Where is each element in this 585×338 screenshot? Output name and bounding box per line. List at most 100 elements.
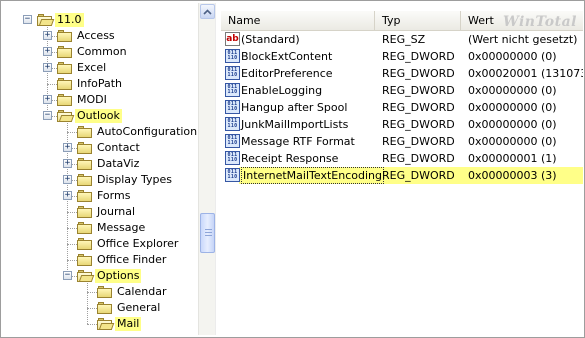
folder-icon xyxy=(57,61,73,74)
folder-open-icon xyxy=(57,109,75,122)
value-row[interactable]: 011 110 EditorPreference REG_DWORD 0x0002000… xyxy=(221,65,583,82)
tree-guide-line xyxy=(87,292,97,293)
value-name: Hangup after Spool xyxy=(241,101,348,114)
tree-node-general[interactable]: General xyxy=(115,301,162,315)
tree-node-forms[interactable]: Forms xyxy=(95,189,132,203)
folder-open-icon xyxy=(37,13,55,26)
expand-icon[interactable]: + xyxy=(43,31,52,40)
value-data: 0x00000001 (1) xyxy=(468,152,557,165)
value-data: 0x00000000 (0) xyxy=(468,118,557,131)
expand-icon[interactable]: + xyxy=(63,143,72,152)
dword-value-icon: 011 110 xyxy=(225,134,240,148)
value-type: REG_DWORD xyxy=(382,84,455,97)
dword-value-icon: 011 110 xyxy=(225,83,240,97)
value-row[interactable]: 011 110 Message RTF Format REG_DWORD 0x00000… xyxy=(221,133,583,150)
tree-node-dataviz[interactable]: DataViz xyxy=(95,157,141,171)
value-row[interactable]: 011 110 InternetMailTextEncoding REG_DWORD 0… xyxy=(221,167,583,184)
value-name: InternetMailTextEncoding xyxy=(241,167,384,184)
key-tree: −11.0 + Access + Common + Excel InfoPath + MODI − O… xyxy=(3,3,198,335)
tree-node-modi[interactable]: MODI xyxy=(75,93,109,107)
tree-node-contact[interactable]: Contact xyxy=(95,141,142,155)
tree-guide-line xyxy=(67,228,77,229)
collapse-icon[interactable]: − xyxy=(23,15,32,24)
tree-guide-line xyxy=(87,308,97,309)
expand-icon[interactable]: + xyxy=(63,159,72,168)
key-tree-pane: −11.0 + Access + Common + Excel InfoPath + MODI − O… xyxy=(3,3,216,335)
folder-icon xyxy=(97,285,113,298)
dword-value-icon: 011 110 xyxy=(225,49,240,63)
tree-guide-line xyxy=(87,324,97,325)
folder-icon xyxy=(57,45,73,58)
dword-value-icon: 011 110 xyxy=(225,151,240,165)
collapse-icon[interactable]: − xyxy=(43,111,52,120)
tree-guide-line xyxy=(67,260,77,261)
expand-icon[interactable]: + xyxy=(43,95,52,104)
scroll-up-button[interactable] xyxy=(200,4,215,19)
folder-icon xyxy=(77,205,93,218)
string-value-icon: ab xyxy=(225,32,240,46)
value-row[interactable]: 011 110 BlockExtContent REG_DWORD 0x00000000… xyxy=(221,48,583,65)
tree-node-journal[interactable]: Journal xyxy=(95,205,137,219)
value-data: 0x00000000 (0) xyxy=(468,50,557,63)
value-type: REG_DWORD xyxy=(382,169,455,182)
value-name: EnableLogging xyxy=(241,84,323,97)
value-type: REG_SZ xyxy=(382,33,426,46)
tree-node-outlook[interactable]: Outlook xyxy=(75,109,122,123)
value-row[interactable]: 011 110 Hangup after Spool REG_DWORD 0x00000… xyxy=(221,99,583,116)
value-type: REG_DWORD xyxy=(382,118,455,131)
list-header: Name Typ Wert WinTotal xyxy=(221,11,583,31)
value-type: REG_DWORD xyxy=(382,50,455,63)
value-row[interactable]: 011 110 Receipt Response REG_DWORD 0x0000000… xyxy=(221,150,583,167)
tree-scrollbar[interactable] xyxy=(198,3,215,335)
tree-node-common[interactable]: Common xyxy=(75,45,129,59)
dword-value-icon: 011 110 xyxy=(225,66,240,80)
value-type: REG_DWORD xyxy=(382,67,455,80)
folder-icon xyxy=(77,157,93,170)
tree-guide-line xyxy=(67,132,77,133)
tree-node-message[interactable]: Message xyxy=(95,221,147,235)
expand-icon[interactable]: + xyxy=(43,47,52,56)
tree-guide-line xyxy=(67,212,77,213)
tree-node-office-finder[interactable]: Office Finder xyxy=(95,253,168,267)
folder-icon xyxy=(77,141,93,154)
tree-node-access[interactable]: Access xyxy=(75,29,117,43)
dword-value-icon: 011 110 xyxy=(225,100,240,114)
value-name: JunkMailImportLists xyxy=(241,118,349,131)
expand-icon[interactable]: + xyxy=(63,175,72,184)
folder-icon xyxy=(57,77,73,90)
chevron-up-icon xyxy=(203,8,212,15)
tree-node-calendar[interactable]: Calendar xyxy=(115,285,168,299)
value-type: REG_DWORD xyxy=(382,101,455,114)
value-data: 0x00020001 (131073) xyxy=(468,67,583,80)
column-header-name[interactable]: Name xyxy=(221,11,375,31)
tree-node-display-types[interactable]: Display Types xyxy=(95,173,174,187)
tree-node-mail[interactable]: Mail xyxy=(115,317,142,331)
expand-icon[interactable]: + xyxy=(43,63,52,72)
folder-icon xyxy=(77,221,93,234)
tree-node-autoconfiguration[interactable]: AutoConfiguration xyxy=(95,125,198,139)
value-name: (Standard) xyxy=(241,33,300,46)
value-row[interactable]: 011 110 JunkMailImportLists REG_DWORD 0x0000… xyxy=(221,116,583,133)
tree-node-office-explorer[interactable]: Office Explorer xyxy=(95,237,180,251)
expand-icon[interactable]: + xyxy=(63,191,72,200)
tree-guide-line xyxy=(87,276,88,324)
value-row[interactable]: 011 110 EnableLogging REG_DWORD 0x00000000 (… xyxy=(221,82,583,99)
watermark-logo: WinTotal xyxy=(503,14,577,30)
tree-guide-line xyxy=(67,244,77,245)
tree-node-11-0[interactable]: 11.0 xyxy=(55,13,84,27)
folder-icon xyxy=(77,237,93,250)
scroll-thumb[interactable] xyxy=(200,213,215,253)
collapse-icon[interactable]: − xyxy=(63,271,72,280)
folder-open-icon xyxy=(97,317,115,330)
value-row[interactable]: ab (Standard) REG_SZ (Wert nicht gesetzt) xyxy=(221,31,583,48)
column-header-type[interactable]: Typ xyxy=(375,11,461,31)
tree-node-options[interactable]: Options xyxy=(95,269,142,283)
folder-icon xyxy=(77,125,93,138)
tree-guide-line xyxy=(47,84,57,85)
value-data: 0x00000000 (0) xyxy=(468,135,557,148)
tree-node-excel[interactable]: Excel xyxy=(75,61,108,75)
value-name: Receipt Response xyxy=(241,152,339,165)
folder-icon xyxy=(77,173,93,186)
tree-node-infopath[interactable]: InfoPath xyxy=(75,77,124,91)
folder-icon xyxy=(77,189,93,202)
